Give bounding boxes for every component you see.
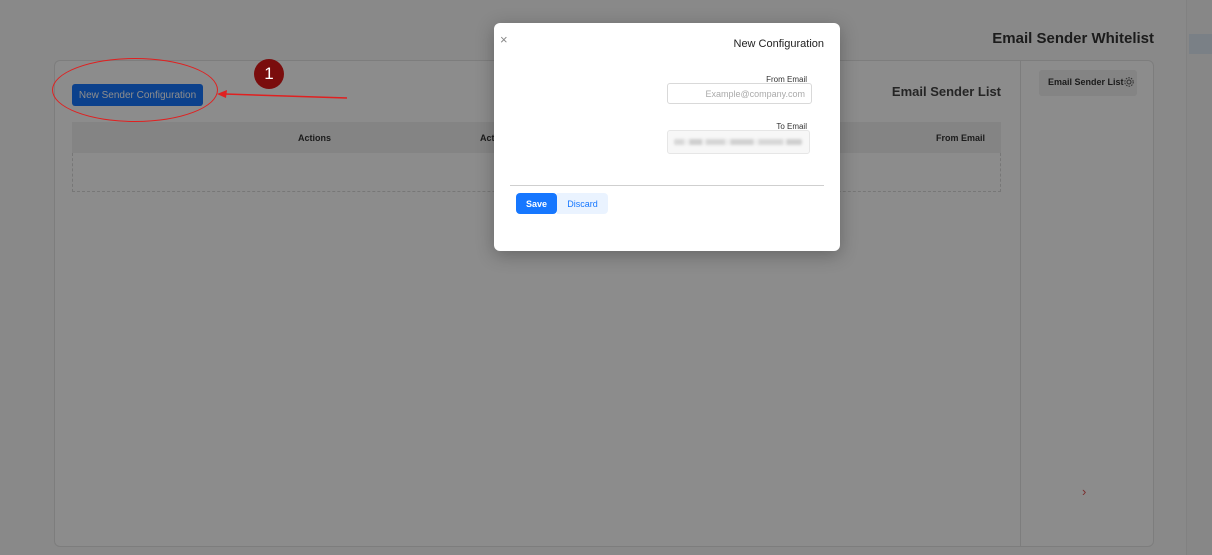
close-icon[interactable]: × xyxy=(500,33,508,47)
modal-divider xyxy=(510,185,824,186)
discard-button[interactable]: Discard xyxy=(557,193,608,214)
to-email-input[interactable] xyxy=(667,130,810,154)
new-configuration-modal: × New Configuration From Email To Email … xyxy=(494,23,840,251)
annotation-arrow-icon xyxy=(217,90,348,99)
modal-title: New Configuration xyxy=(733,38,825,50)
from-email-input[interactable] xyxy=(667,83,812,104)
save-button[interactable]: Save xyxy=(516,193,557,214)
annotation-highlight-ellipse xyxy=(52,58,218,122)
annotation-step-1: 1 xyxy=(254,59,284,89)
to-email-obscured-value xyxy=(674,139,802,145)
